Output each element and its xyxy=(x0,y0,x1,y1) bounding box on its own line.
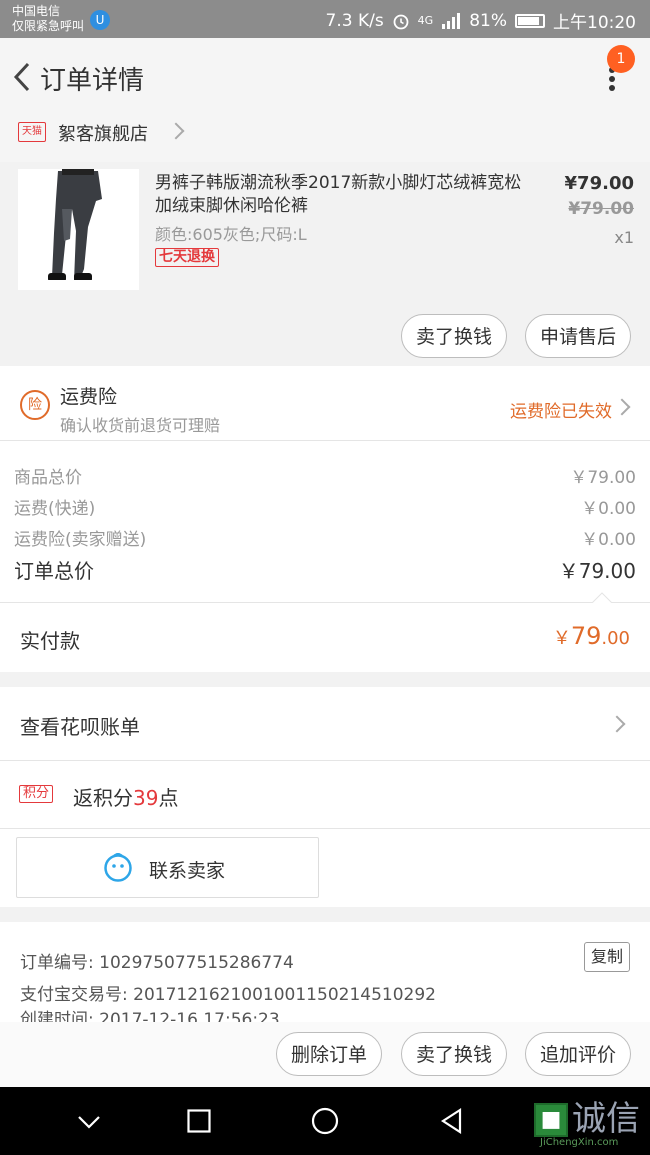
clock: 上午10:20 xyxy=(553,13,636,33)
carrier-info: 中国电信 仅限紧急呼叫 xyxy=(12,4,84,34)
alipay-trade-number: 支付宝交易号: 2017121621001001150214510292 xyxy=(20,985,436,1005)
points-text: 返积分39点 xyxy=(73,782,178,811)
insurance-icon: 险 xyxy=(20,390,50,420)
points-value: 39 xyxy=(133,786,159,810)
contact-seller-button[interactable]: 联系卖家 xyxy=(16,837,319,898)
product-variant: 颜色:605灰色;尺码:L xyxy=(155,225,307,244)
product-quantity: x1 xyxy=(614,228,634,247)
paid-label: 实付款 xyxy=(20,629,80,653)
order-total-value: ￥79.00 xyxy=(558,559,636,583)
carrier-name: 中国电信 xyxy=(12,4,61,18)
watermark: ■ 诚信 JiChengXin.com xyxy=(534,1099,650,1151)
product-name[interactable]: 男裤子韩版潮流秋季2017新款小脚灯芯绒裤宽松加绒束脚休闲哈伦裤 xyxy=(155,172,535,218)
alarm-icon xyxy=(393,14,409,29)
add-review-button[interactable]: 追加评价 xyxy=(525,1032,631,1076)
shipping-insurance-value: ￥0.00 xyxy=(581,530,636,550)
chat-face-icon xyxy=(104,853,132,882)
price-summary xyxy=(0,441,650,602)
order-number: 订单编号: 102975077515286774 xyxy=(20,953,294,973)
paid-integer: 79 xyxy=(570,622,602,650)
signal-icon xyxy=(442,12,461,29)
notification-badge: 1 xyxy=(607,45,635,73)
nav-hide-icon[interactable] xyxy=(76,1114,102,1130)
battery-percent: 81% xyxy=(469,10,507,31)
paid-decimal: .00 xyxy=(601,628,630,649)
page-title: 订单详情 xyxy=(40,66,145,96)
goods-total-label: 商品总价 xyxy=(14,468,82,488)
insurance-subtitle: 确认收货前退货可理赔 xyxy=(60,416,221,435)
paid-currency: ￥ xyxy=(552,628,571,649)
emergency-call-text: 仅限紧急呼叫 xyxy=(12,19,85,33)
insurance-title: 运费险 xyxy=(60,386,118,408)
product-image[interactable] xyxy=(18,169,139,290)
sell-for-cash-bottom-button[interactable]: 卖了换钱 xyxy=(401,1032,507,1076)
nav-back-icon[interactable] xyxy=(440,1108,464,1134)
app-notification-icon: U xyxy=(90,10,110,30)
status-bar: 中国电信 仅限紧急呼叫 U 7.3 K/s 4G 81% 上午10:20 xyxy=(0,0,650,38)
sell-for-cash-button[interactable]: 卖了换钱 xyxy=(401,314,507,358)
product-price: ¥79.00 xyxy=(564,173,634,194)
shipping-insurance-label: 运费险(卖家赠送) xyxy=(14,530,147,550)
points-suffix: 点 xyxy=(158,786,179,810)
delete-order-button[interactable]: 删除订单 xyxy=(276,1032,382,1076)
contact-seller-label[interactable]: 联系卖家 xyxy=(149,856,225,883)
network-speed: 7.3 K/s xyxy=(325,10,384,31)
pointer-caret-icon xyxy=(591,592,613,603)
nav-recents-icon[interactable] xyxy=(187,1109,211,1133)
shipping-value: ￥0.00 xyxy=(581,499,636,519)
battery-icon xyxy=(515,13,545,28)
points-badge: 积分 xyxy=(19,785,54,803)
watermark-domain: JiChengXin.com xyxy=(540,1137,619,1148)
huabei-label[interactable]: 查看花呗账单 xyxy=(20,711,140,740)
after-sales-button[interactable]: 申请售后 xyxy=(525,314,631,358)
shipping-label: 运费(快递) xyxy=(14,499,96,519)
order-total-label: 订单总价 xyxy=(14,559,94,583)
product-original-price: ¥79.00 xyxy=(568,199,634,219)
tmall-badge: 天猫 xyxy=(18,122,46,142)
status-right: 7.3 K/s 4G 81% 上午10:20 xyxy=(325,8,637,34)
watermark-text: 诚信 xyxy=(572,1099,640,1139)
shop-name[interactable]: 絮客旗舰店 xyxy=(58,120,148,146)
network-type: 4G xyxy=(417,14,434,27)
nav-home-icon[interactable] xyxy=(311,1107,339,1135)
goods-total-value: ￥79.00 xyxy=(570,468,636,488)
back-arrow-icon[interactable] xyxy=(6,60,40,94)
points-prefix: 返积分 xyxy=(73,786,133,810)
watermark-logo: ■ xyxy=(534,1103,568,1137)
seven-day-return-badge: 七天退换 xyxy=(155,248,219,267)
insurance-status: 运费险已失效 xyxy=(510,402,612,422)
paid-amount: ￥79.00 xyxy=(553,622,630,650)
copy-button[interactable]: 复制 xyxy=(584,942,630,972)
